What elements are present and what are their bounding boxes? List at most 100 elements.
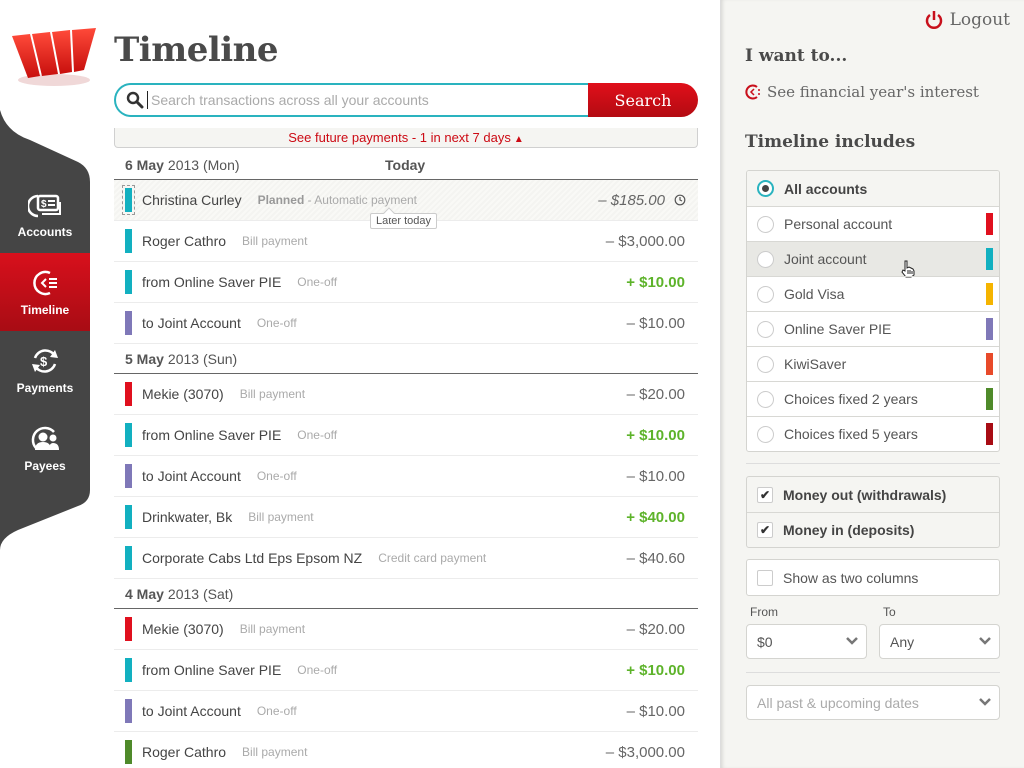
nav-item-timeline[interactable]: Timeline — [0, 253, 90, 331]
chevron-down-icon — [979, 698, 991, 706]
transaction-type: One-off — [257, 704, 297, 718]
account-filter-option[interactable]: Joint account — [747, 241, 999, 278]
main-nav: $ Accounts Timeline $ Payments Payees — [0, 175, 90, 487]
transaction-row[interactable]: Mekie (3070) Bill payment – $20.00 — [114, 374, 698, 415]
money-in-checkbox[interactable]: ✔ Money in (deposits) — [747, 512, 999, 547]
transaction-name: from Online Saver PIE — [142, 427, 282, 443]
filter-panel: Logout I want to... See financial year's… — [720, 0, 1024, 768]
transaction-row[interactable]: Corporate Cabs Ltd Eps Epsom NZ Credit ca… — [114, 538, 698, 579]
transaction-amount: – $10.00 — [626, 314, 685, 332]
svg-text:$: $ — [40, 354, 48, 369]
account-filter-option[interactable]: Choices fixed 2 years — [747, 381, 999, 416]
day-header: 5 May 2013 (Sun) — [114, 344, 698, 374]
two-columns-checkbox[interactable]: Show as two columns — [747, 560, 999, 595]
transaction-row[interactable]: from Online Saver PIE One-off + $10.00 — [114, 262, 698, 303]
transaction-type: One-off — [297, 663, 337, 677]
account-filter-option[interactable]: Choices fixed 5 years — [747, 416, 999, 451]
account-color-marker — [125, 311, 132, 335]
financial-year-interest-link[interactable]: See financial year's interest — [745, 83, 979, 101]
transaction-type-label: Bill payment — [248, 510, 314, 524]
day-date-rest: 2013 (Sat) — [167, 585, 234, 602]
nav-label: Payments — [16, 380, 74, 395]
radio-unselected-icon — [757, 215, 774, 233]
account-color-swatch — [986, 353, 993, 375]
day-header: 4 May 2013 (Sat) — [114, 579, 698, 609]
transaction-name: to Joint Account — [142, 315, 241, 331]
checkbox-checked-icon: ✔ — [757, 522, 773, 538]
account-filter-label: Gold Visa — [784, 286, 845, 302]
transaction-type-label: One-off — [256, 469, 297, 483]
transaction-list: 6 May 2013 (Mon) Today Christina Curley Plan… — [114, 150, 698, 768]
transaction-amount: – $185.00 — [598, 191, 665, 209]
transaction-name: Drinkwater, Bk — [142, 509, 233, 525]
i-want-to-heading: I want to... — [745, 46, 848, 66]
power-icon — [925, 11, 942, 29]
transaction-type: Bill payment — [240, 622, 305, 636]
transaction-type-label: Bill payment — [239, 387, 306, 401]
account-color-marker — [125, 617, 132, 641]
nav-item-payments[interactable]: $ Payments — [0, 331, 90, 409]
transaction-amount: – $40.60 — [626, 549, 685, 567]
date-range-value: All past & upcoming dates — [757, 694, 919, 711]
transaction-name: Christina Curley — [142, 192, 242, 208]
account-filter-label: Choices fixed 2 years — [784, 391, 918, 407]
transaction-amount: + $10.00 — [626, 661, 685, 679]
transaction-row[interactable]: to Joint Account One-off – $10.00 — [114, 691, 698, 732]
transaction-row[interactable]: from Online Saver PIE One-off + $10.00 — [114, 415, 698, 456]
account-color-marker — [125, 546, 132, 570]
account-color-marker — [125, 270, 132, 294]
nav-item-payees[interactable]: Payees — [0, 409, 90, 487]
transaction-type-label: One-off — [256, 704, 297, 718]
accounts-icon: $ — [28, 194, 61, 217]
radio-unselected-icon — [757, 390, 774, 408]
nav-label: Timeline — [20, 302, 70, 317]
transaction-name: Roger Cathro — [142, 744, 227, 760]
transaction-row[interactable]: Roger Cathro Bill payment – $3,000.00 — [114, 732, 698, 768]
radio-unselected-icon — [757, 285, 774, 303]
money-out-label: Money out (withdrawals) — [783, 486, 947, 503]
future-payments-toggle[interactable]: See future payments - 1 in next 7 days ▲ — [114, 128, 698, 148]
transaction-type-label: - Automatic payment — [307, 193, 418, 207]
transaction-name: from Online Saver PIE — [142, 274, 282, 290]
timeline-clock-icon — [745, 84, 760, 100]
transaction-type: Bill payment — [242, 234, 307, 248]
account-filter-label: Online Saver PIE — [784, 321, 892, 337]
money-out-checkbox[interactable]: ✔ Money out (withdrawals) — [747, 477, 999, 512]
to-amount-select[interactable]: Any — [879, 624, 1000, 659]
search-field[interactable] — [114, 83, 588, 117]
account-filter-label: KiwiSaver — [784, 356, 847, 372]
from-value: $0 — [757, 633, 773, 650]
search-input[interactable] — [147, 91, 567, 109]
transaction-row[interactable]: from Online Saver PIE One-off + $10.00 — [114, 650, 698, 691]
date-range-select[interactable]: All past & upcoming dates — [746, 685, 1000, 720]
transaction-amount: – $20.00 — [626, 620, 685, 638]
transaction-row[interactable]: to Joint Account One-off – $10.00 — [114, 303, 698, 344]
search-button[interactable]: Search — [588, 83, 698, 117]
radio-selected-icon — [757, 180, 774, 197]
transaction-row[interactable]: to Joint Account One-off – $10.00 — [114, 456, 698, 497]
later-today-marker: Later today — [370, 213, 438, 229]
money-in-label: Money in (deposits) — [783, 522, 915, 538]
transaction-row[interactable]: Mekie (3070) Bill payment – $20.00 — [114, 609, 698, 650]
account-filter-option[interactable]: Online Saver PIE — [747, 311, 999, 346]
nav-item-accounts[interactable]: $ Accounts — [0, 175, 90, 253]
nav-label: Accounts — [17, 224, 73, 239]
two-columns-group: Show as two columns — [746, 559, 1000, 596]
logout-button[interactable]: Logout — [924, 10, 1010, 30]
account-filter-option[interactable]: All accounts — [747, 171, 999, 206]
from-amount-select[interactable]: $0 — [746, 624, 867, 659]
transaction-amount: – $3,000.00 — [605, 743, 685, 761]
checkbox-checked-icon: ✔ — [757, 486, 773, 503]
transaction-amount: + $10.00 — [626, 273, 685, 291]
transaction-name: from Online Saver PIE — [142, 662, 282, 678]
account-filter-option[interactable]: KiwiSaver — [747, 346, 999, 381]
account-color-swatch — [986, 248, 993, 270]
transaction-row[interactable]: Drinkwater, Bk Bill payment + $40.00 — [114, 497, 698, 538]
divider — [746, 672, 1000, 673]
to-label: To — [883, 605, 896, 619]
transaction-name: to Joint Account — [142, 703, 241, 719]
account-filter-option[interactable]: Personal account — [747, 206, 999, 241]
transaction-amount: – $3,000.00 — [605, 232, 685, 250]
account-filter-option[interactable]: Gold Visa — [747, 276, 999, 311]
transaction-type: Bill payment — [240, 387, 305, 401]
